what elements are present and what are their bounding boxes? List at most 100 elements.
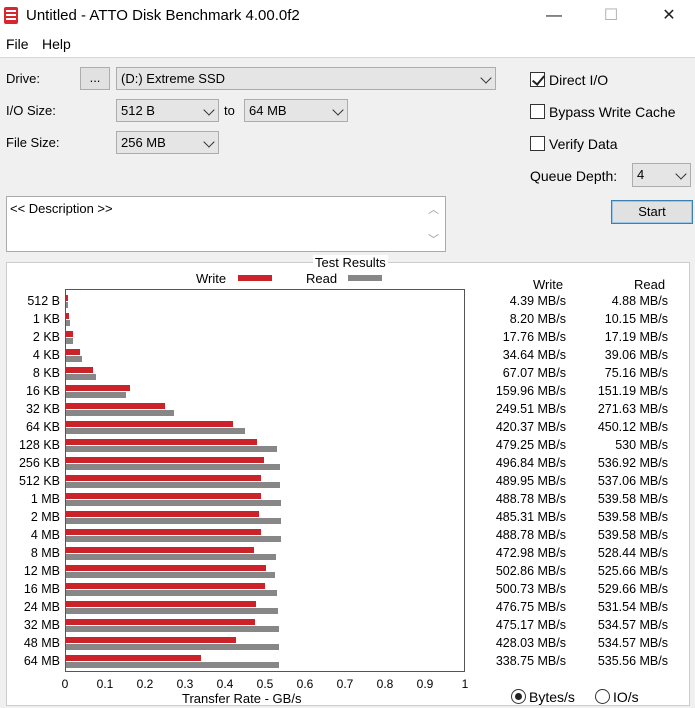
x-tick-label: 1	[461, 677, 469, 691]
write-value: 476.75 MB/s	[495, 600, 566, 614]
read-bar	[66, 410, 175, 416]
scroll-up-icon[interactable]: ︿	[428, 201, 439, 217]
y-tick-label: 512 B	[27, 294, 60, 308]
browse-button[interactable]: ...	[80, 67, 110, 90]
write-value: 475.17 MB/s	[495, 618, 566, 632]
to-label: to	[224, 103, 235, 118]
read-bar	[66, 464, 280, 470]
y-tick-label: 16 MB	[23, 582, 60, 596]
io-radio[interactable]	[595, 689, 610, 704]
read-value: 271.63 MB/s	[597, 402, 668, 416]
start-button[interactable]: Start	[611, 200, 693, 224]
write-value: 338.75 MB/s	[495, 654, 566, 668]
x-tick-label: 0.9	[416, 677, 434, 691]
read-value: 4.88 MB/s	[611, 294, 668, 308]
read-value: 10.15 MB/s	[604, 312, 668, 326]
menu-file[interactable]: File	[6, 36, 29, 52]
write-value: 249.51 MB/s	[495, 402, 566, 416]
io-size-to-select[interactable]: 64 MB	[244, 99, 348, 122]
read-bar	[66, 446, 277, 452]
write-bar	[66, 367, 93, 373]
write-value: 500.73 MB/s	[495, 582, 566, 596]
x-tick-label: 0.3	[176, 677, 194, 691]
bytes-radio[interactable]	[511, 689, 526, 704]
y-tick-label: 48 MB	[23, 636, 60, 650]
read-bar	[66, 554, 277, 560]
write-column-header: Write	[533, 277, 564, 292]
drive-select[interactable]: (D:) Extreme SSD	[116, 67, 496, 90]
read-value: 39.06 MB/s	[604, 348, 668, 362]
read-value: 534.57 MB/s	[597, 636, 668, 650]
y-tick-label: 2 MB	[30, 510, 60, 524]
write-value: 502.86 MB/s	[495, 564, 566, 578]
write-value: 159.96 MB/s	[495, 384, 566, 398]
scroll-down-icon[interactable]: ﹀	[428, 231, 439, 247]
read-value: 534.57 MB/s	[597, 618, 668, 632]
queue-depth-label: Queue Depth:	[530, 168, 618, 184]
file-size-label: File Size:	[6, 135, 60, 150]
chevron-down-icon	[203, 136, 215, 148]
description-box[interactable]: << Description >> ︿ ﹀	[6, 196, 446, 252]
io-label: IO/s	[613, 689, 639, 705]
x-tick-label: 0.4	[216, 677, 234, 691]
x-tick-label: 0.8	[376, 677, 394, 691]
write-bar	[66, 655, 201, 661]
write-value: 488.78 MB/s	[495, 528, 566, 542]
app-icon	[4, 7, 18, 24]
chevron-down-icon	[675, 168, 687, 180]
read-value: 539.58 MB/s	[597, 492, 668, 506]
write-bar	[66, 313, 70, 319]
io-size-from-select[interactable]: 512 B	[116, 99, 219, 122]
read-value: 535.56 MB/s	[597, 654, 668, 668]
read-bar	[66, 608, 278, 614]
read-value: 525.66 MB/s	[597, 564, 668, 578]
bypass-write-cache-checkbox[interactable]	[530, 104, 545, 119]
read-value: 529.66 MB/s	[597, 582, 668, 596]
x-tick-label: 0.6	[296, 677, 314, 691]
y-tick-label: 32 KB	[25, 402, 60, 416]
title-bar: Untitled - ATTO Disk Benchmark 4.00.0f2 …	[0, 0, 695, 32]
write-value: 489.95 MB/s	[495, 474, 566, 488]
write-bar	[66, 547, 255, 553]
verify-data-checkbox[interactable]	[530, 136, 545, 151]
y-tick-label: 2 KB	[32, 330, 60, 344]
y-tick-label: 8 KB	[32, 366, 60, 380]
queue-depth-select[interactable]: 4	[632, 163, 691, 187]
drive-value: (D:) Extreme SSD	[121, 71, 226, 86]
menu-bar: File Help	[0, 32, 695, 58]
file-size-select[interactable]: 256 MB	[116, 131, 219, 154]
y-tick-label: 1 MB	[30, 492, 60, 506]
bar-chart	[65, 289, 465, 672]
description-placeholder: << Description >>	[10, 201, 113, 216]
write-value: 17.76 MB/s	[502, 330, 566, 344]
direct-io-checkbox[interactable]	[530, 72, 545, 87]
write-bar	[66, 421, 234, 427]
write-value: 488.78 MB/s	[495, 492, 566, 506]
y-tick-label: 64 MB	[23, 654, 60, 668]
maximize-button[interactable]: ☐	[588, 2, 634, 30]
window-title: Untitled - ATTO Disk Benchmark 4.00.0f2	[26, 7, 300, 24]
minimize-button[interactable]: —	[531, 2, 577, 30]
read-column-header: Read	[634, 277, 666, 292]
write-value: 485.31 MB/s	[495, 510, 566, 524]
write-bar	[66, 565, 267, 571]
read-bar	[66, 374, 96, 380]
write-bar	[66, 475, 261, 481]
y-tick-label: 24 MB	[23, 600, 60, 614]
x-tick-label: 0.5	[256, 677, 274, 691]
read-bar	[66, 590, 277, 596]
read-value: 531.54 MB/s	[597, 600, 668, 614]
write-bar	[66, 385, 130, 391]
close-button[interactable]: ✕	[646, 2, 692, 30]
menu-help[interactable]: Help	[42, 36, 71, 52]
write-bar	[66, 529, 261, 535]
drive-label: Drive:	[6, 71, 40, 86]
read-value: 539.58 MB/s	[597, 528, 668, 542]
write-value: 472.98 MB/s	[495, 546, 566, 560]
read-bar	[66, 518, 281, 524]
x-axis-label: Transfer Rate - GB/s	[182, 691, 302, 706]
read-bar	[66, 572, 276, 578]
x-tick-label: 0.2	[136, 677, 154, 691]
write-value: 496.84 MB/s	[495, 456, 566, 470]
read-bar	[66, 482, 280, 488]
